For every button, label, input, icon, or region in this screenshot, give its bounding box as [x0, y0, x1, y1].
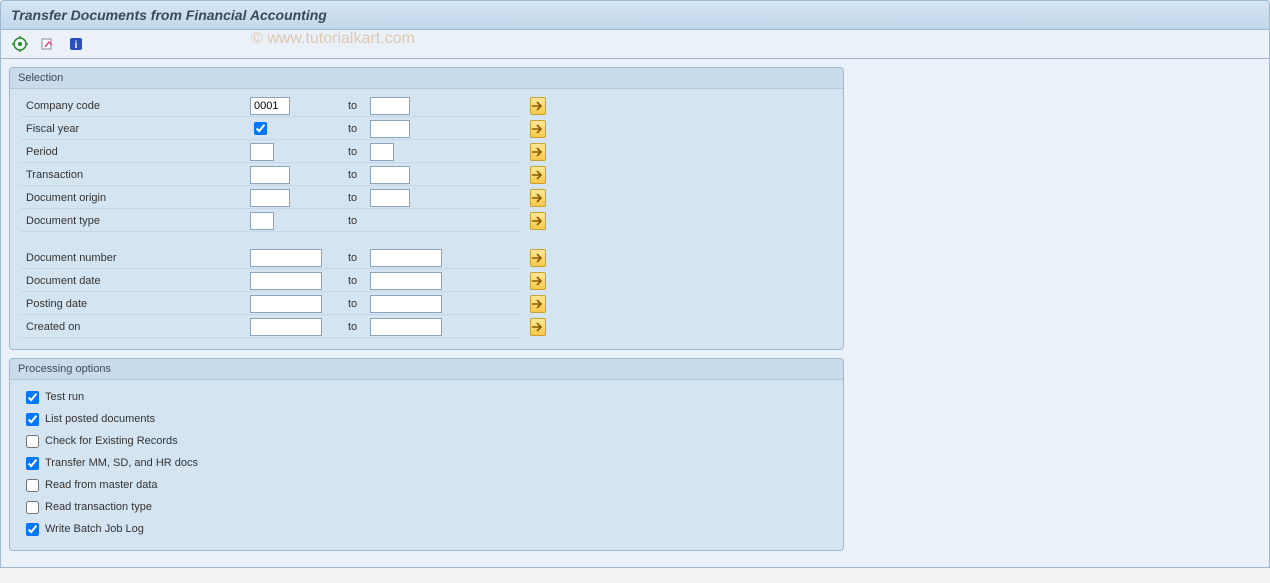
from-input[interactable]: [250, 189, 290, 207]
option-row: Test run: [20, 386, 833, 408]
toolbar: i © www.tutorialkart.com: [0, 30, 1270, 59]
multiple-selection-button[interactable]: [530, 189, 546, 207]
field-label: Created on: [20, 316, 250, 338]
field-label: Document type: [20, 210, 250, 232]
option-row: Write Batch Job Log: [20, 518, 833, 540]
to-label: to: [340, 187, 370, 209]
multiple-selection-button[interactable]: [530, 272, 546, 290]
option-row: Read transaction type: [20, 496, 833, 518]
from-input[interactable]: [250, 143, 274, 161]
to-label: to: [340, 293, 370, 315]
processing-panel: Processing options Test run List posted d…: [9, 358, 844, 551]
option-checkbox[interactable]: [26, 435, 39, 448]
selection-row: Transaction to: [20, 164, 833, 186]
option-checkbox[interactable]: [26, 523, 39, 536]
option-label: Read transaction type: [45, 501, 152, 513]
execute-icon[interactable]: [9, 34, 31, 54]
from-checkbox[interactable]: [254, 122, 267, 135]
to-label: to: [340, 95, 370, 117]
from-input[interactable]: [250, 97, 290, 115]
selection-row: Document date to: [20, 270, 833, 292]
selection-row: Fiscal year to: [20, 118, 833, 140]
selection-row: Created on to: [20, 316, 833, 338]
selection-row: Document origin to: [20, 187, 833, 209]
option-row: Check for Existing Records: [20, 430, 833, 452]
to-label: to: [340, 118, 370, 140]
to-label: to: [340, 270, 370, 292]
selection-panel-title: Selection: [10, 68, 843, 89]
variant-icon[interactable]: [37, 34, 59, 54]
multiple-selection-button[interactable]: [530, 120, 546, 138]
to-label: to: [340, 316, 370, 338]
to-input[interactable]: [370, 295, 442, 313]
multiple-selection-button[interactable]: [530, 212, 546, 230]
field-label: Document date: [20, 270, 250, 292]
multiple-selection-button[interactable]: [530, 166, 546, 184]
option-label: Write Batch Job Log: [45, 523, 144, 535]
option-label: Transfer MM, SD, and HR docs: [45, 457, 198, 469]
option-checkbox[interactable]: [26, 501, 39, 514]
multiple-selection-button[interactable]: [530, 318, 546, 336]
option-checkbox[interactable]: [26, 479, 39, 492]
multiple-selection-button[interactable]: [530, 97, 546, 115]
to-input[interactable]: [370, 120, 410, 138]
to-input[interactable]: [370, 189, 410, 207]
content-area: Selection Company codetoFiscal yeartoPer…: [0, 59, 1270, 568]
to-label: to: [340, 210, 370, 232]
from-input[interactable]: [250, 166, 290, 184]
multiple-selection-button[interactable]: [530, 143, 546, 161]
field-label: Document origin: [20, 187, 250, 209]
window-title: Transfer Documents from Financial Accoun…: [0, 0, 1270, 30]
selection-row: Posting date to: [20, 293, 833, 315]
to-input[interactable]: [370, 318, 442, 336]
processing-panel-title: Processing options: [10, 359, 843, 380]
from-input[interactable]: [250, 249, 322, 267]
to-input[interactable]: [370, 166, 410, 184]
svg-text:i: i: [75, 40, 78, 51]
field-label: Posting date: [20, 293, 250, 315]
selection-row: Company code to: [20, 95, 833, 117]
info-icon[interactable]: i: [65, 34, 87, 54]
option-label: List posted documents: [45, 413, 155, 425]
multiple-selection-button[interactable]: [530, 295, 546, 313]
from-input[interactable]: [250, 295, 322, 313]
selection-row: Document type to: [20, 210, 833, 232]
option-row: Read from master data: [20, 474, 833, 496]
selection-row: Period to: [20, 141, 833, 163]
option-checkbox[interactable]: [26, 457, 39, 470]
to-input[interactable]: [370, 97, 410, 115]
option-checkbox[interactable]: [26, 391, 39, 404]
field-label: Period: [20, 141, 250, 163]
to-label: to: [340, 247, 370, 269]
selection-row: Document number to: [20, 247, 833, 269]
option-label: Test run: [45, 391, 84, 403]
option-row: Transfer MM, SD, and HR docs: [20, 452, 833, 474]
from-input[interactable]: [250, 272, 322, 290]
multiple-selection-button[interactable]: [530, 249, 546, 267]
from-input[interactable]: [250, 318, 322, 336]
field-label: Fiscal year: [20, 118, 250, 140]
field-label: Company code: [20, 95, 250, 117]
from-input[interactable]: [250, 212, 274, 230]
option-label: Read from master data: [45, 479, 158, 491]
to-input[interactable]: [370, 249, 442, 267]
option-label: Check for Existing Records: [45, 435, 178, 447]
field-label: Transaction: [20, 164, 250, 186]
field-label: Document number: [20, 247, 250, 269]
selection-panel: Selection Company codetoFiscal yeartoPer…: [9, 67, 844, 350]
to-label: to: [340, 141, 370, 163]
to-input[interactable]: [370, 272, 442, 290]
option-checkbox[interactable]: [26, 413, 39, 426]
watermark: © www.tutorialkart.com: [251, 30, 415, 48]
option-row: List posted documents: [20, 408, 833, 430]
to-label: to: [340, 164, 370, 186]
to-input[interactable]: [370, 143, 394, 161]
